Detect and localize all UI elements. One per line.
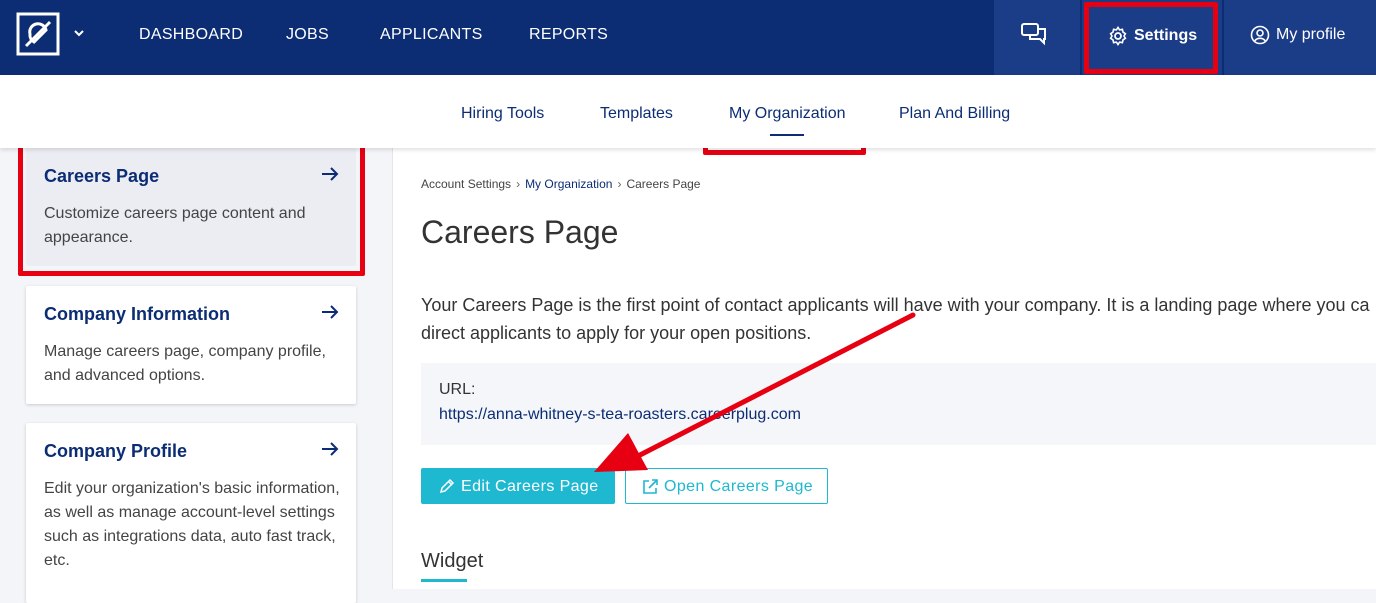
nav-applicants[interactable]: APPLICANTS bbox=[380, 26, 483, 44]
gear-icon bbox=[1109, 26, 1127, 46]
url-label: URL: bbox=[439, 381, 476, 398]
sidebar-card-company-profile[interactable]: Company Profile Edit your organization's… bbox=[26, 423, 356, 603]
edit-careers-page-button[interactable]: Edit Careers Page bbox=[421, 468, 615, 504]
sidebar-card-careers-page[interactable]: Careers Page Customize careers page cont… bbox=[26, 148, 356, 266]
external-link-icon bbox=[643, 479, 658, 494]
card-description: Edit your organization's basic informati… bbox=[44, 480, 340, 569]
card-title: Company Information bbox=[44, 304, 231, 324]
intro-line-1: Your Careers Page is the first point of … bbox=[421, 295, 1370, 315]
chat-icon[interactable] bbox=[1020, 22, 1048, 48]
breadcrumb-my-organization[interactable]: My Organization bbox=[525, 177, 612, 191]
settings-button[interactable]: Settings bbox=[1092, 10, 1212, 64]
nav-jobs[interactable]: JOBS bbox=[286, 26, 329, 44]
intro-text: Your Careers Page is the first point of … bbox=[421, 291, 1376, 347]
edit-careers-page-label: Edit Careers Page bbox=[461, 478, 599, 495]
pencil-icon bbox=[439, 478, 455, 494]
settings-subnav: Hiring Tools Templates My Organization P… bbox=[0, 75, 1376, 148]
breadcrumb-separator: › bbox=[516, 177, 521, 191]
my-profile-label: My profile bbox=[1276, 26, 1346, 43]
arrow-right-icon bbox=[322, 167, 339, 181]
intro-line-2: direct applicants to apply for your open… bbox=[421, 323, 812, 343]
breadcrumb: Account Settings › My Organization › Careers… bbox=[421, 177, 700, 191]
settings-label: Settings bbox=[1134, 27, 1198, 44]
breadcrumb-separator: › bbox=[617, 177, 622, 191]
tab-hiring-tools[interactable]: Hiring Tools bbox=[461, 105, 544, 123]
arrow-right-icon bbox=[322, 442, 339, 456]
main-content: Account Settings › My Organization › Careers… bbox=[392, 148, 1376, 589]
tab-plan-and-billing[interactable]: Plan And Billing bbox=[899, 105, 1010, 123]
arrow-right-icon bbox=[322, 305, 339, 319]
sidebar: Careers Page Customize careers page cont… bbox=[0, 148, 390, 603]
url-box: URL: https://anna-whitney-s-tea-roasters… bbox=[421, 363, 1376, 445]
user-circle-icon bbox=[1250, 25, 1270, 45]
card-description: Customize careers page content and appea… bbox=[44, 205, 306, 246]
chevron-down-icon[interactable] bbox=[72, 26, 86, 40]
active-tab-indicator bbox=[770, 134, 804, 136]
breadcrumb-account-settings[interactable]: Account Settings bbox=[421, 177, 511, 191]
card-title: Careers Page bbox=[44, 166, 160, 186]
nav-dashboard[interactable]: DASHBOARD bbox=[139, 26, 243, 44]
nav-reports[interactable]: REPORTS bbox=[529, 26, 608, 44]
widget-section-title: Widget bbox=[421, 550, 484, 572]
widget-section-underline bbox=[421, 579, 467, 582]
page-title: Careers Page bbox=[421, 214, 619, 250]
breadcrumb-careers-page: Careers Page bbox=[626, 177, 701, 191]
open-careers-page-label: Open Careers Page bbox=[664, 478, 814, 495]
card-description: Manage careers page, company profile, an… bbox=[44, 343, 326, 384]
my-profile-button[interactable]: My profile bbox=[1230, 0, 1376, 75]
careers-url-link[interactable]: https://anna-whitney-s-tea-roasters.care… bbox=[439, 406, 801, 424]
card-title: Company Profile bbox=[44, 441, 188, 461]
sidebar-card-company-information[interactable]: Company Information Manage careers page,… bbox=[26, 286, 356, 404]
tab-templates[interactable]: Templates bbox=[600, 105, 673, 123]
tab-my-organization[interactable]: My Organization bbox=[729, 105, 846, 123]
careerplug-logo-icon[interactable] bbox=[16, 12, 60, 56]
top-navbar: DASHBOARD JOBS APPLICANTS REPORTS Settin… bbox=[0, 0, 1376, 75]
open-careers-page-button[interactable]: Open Careers Page bbox=[625, 468, 828, 504]
